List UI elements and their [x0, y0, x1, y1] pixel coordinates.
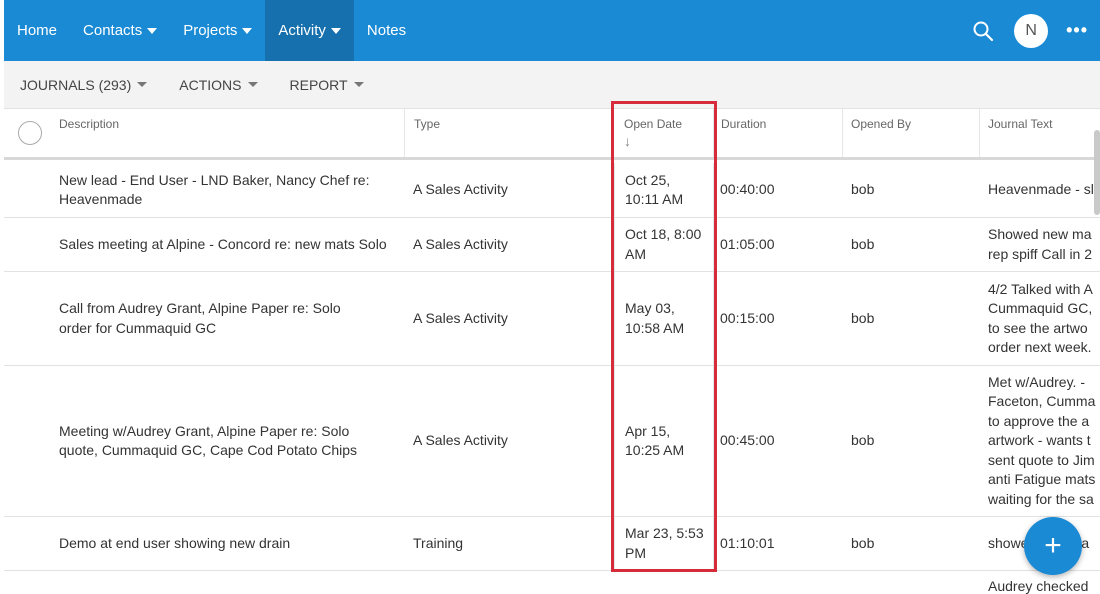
nav-home[interactable]: Home [4, 0, 70, 61]
cell-opened-by: bob [851, 432, 875, 449]
nav-notes[interactable]: Notes [354, 0, 419, 61]
column-header-duration[interactable]: Duration [711, 109, 843, 157]
table-row[interactable]: New lead - End User - LND Baker, Nancy C… [4, 163, 1100, 218]
more-options-icon[interactable]: ••• [1066, 20, 1088, 41]
report-menu[interactable]: REPORT [274, 77, 380, 93]
cell-opened-by: bob [851, 309, 875, 326]
cell-description: Call from Audrey Grant, Alpine Paper re:… [59, 300, 341, 336]
top-nav-bar: Home Contacts Projects Activity Notes N … [4, 0, 1100, 61]
nav-projects-label: Projects [183, 22, 238, 39]
actions-menu-label: ACTIONS [179, 76, 242, 93]
cell-journal-text: Heavenmade - sl [988, 181, 1094, 198]
column-header-type-label: Type [414, 117, 441, 131]
cell-duration: 01:10:01 [720, 534, 775, 551]
table-row[interactable]: Sales meeting at Alpine - Concord re: ne… [4, 218, 1100, 272]
cell-type: A Sales Activity [413, 235, 508, 252]
column-header-type[interactable]: Type [404, 109, 612, 157]
cell-type: A Sales Activity [413, 432, 508, 449]
cell-open-date: Oct 18, 8:00 AM [614, 218, 714, 271]
chevron-down-icon [247, 82, 258, 87]
column-header-open-date[interactable]: Open Date ↓ [614, 109, 714, 157]
nav-right-group: N ••• [972, 0, 1100, 61]
table-row[interactable]: Demo at end user showing new drain Train… [4, 517, 1100, 571]
nav-projects[interactable]: Projects [170, 0, 265, 61]
table-header: Description Type Open Date ↓ Duration Op… [4, 109, 1100, 160]
cell-type: A Sales Activity [413, 309, 508, 326]
cell-opened-by: bob [851, 534, 875, 551]
cell-duration: 00:15:00 [720, 309, 775, 326]
select-all-checkbox[interactable] [18, 121, 42, 145]
plus-icon: + [1044, 529, 1062, 562]
chevron-down-icon [137, 82, 148, 87]
column-header-opened-by[interactable]: Opened By [841, 109, 980, 157]
nav-activity-label: Activity [278, 22, 326, 39]
cell-type: A Sales Activity [413, 181, 508, 198]
column-header-open-date-label: Open Date [624, 117, 683, 131]
table-row[interactable]: Meeting w/Audrey Grant, Alpine Paper re:… [4, 366, 1100, 517]
cell-open-date: Apr 15, 10:25 AM [614, 366, 714, 516]
cell-journal-text: Met w/Audrey. - Faceton, Cumma to approv… [988, 373, 1096, 507]
cell-opened-by: bob [851, 181, 875, 198]
chevron-down-icon [330, 27, 341, 34]
journals-menu[interactable]: JOURNALS (293) [4, 77, 163, 93]
avatar[interactable]: N [1014, 13, 1049, 48]
vertical-scrollbar[interactable] [1094, 130, 1100, 215]
journals-menu-label: JOURNALS (293) [20, 76, 132, 93]
cell-journal-text: Showed new ma rep spiff Call in 2 [988, 226, 1093, 262]
cell-description: Sales meeting at Alpine - Concord re: ne… [59, 235, 387, 252]
cell-description: New lead - End User - LND Baker, Nancy C… [59, 171, 370, 208]
avatar-initial: N [1025, 21, 1037, 39]
chevron-down-icon [147, 27, 158, 34]
actions-menu[interactable]: ACTIONS [163, 77, 273, 93]
cell-journal-text: Audrey checked [988, 578, 1089, 594]
cell-duration: 00:45:00 [720, 432, 775, 449]
column-header-description-label: Description [59, 117, 120, 131]
column-header-duration-label: Duration [721, 117, 767, 131]
cell-description: Meeting w/Audrey Grant, Alpine Paper re:… [59, 422, 358, 459]
nav-home-label: Home [17, 22, 58, 39]
report-menu-label: REPORT [289, 76, 348, 93]
nav-activity[interactable]: Activity [265, 0, 354, 61]
search-icon[interactable] [972, 20, 994, 42]
chevron-down-icon [242, 27, 253, 34]
nav-contacts-label: Contacts [83, 22, 143, 39]
cell-open-date: Oct 25, 10:11 AM [614, 163, 714, 217]
nav-notes-label: Notes [366, 22, 407, 39]
column-header-opened-by-label: Opened By [851, 117, 912, 131]
cell-open-date: Mar 23, 5:53 PM [614, 517, 714, 570]
cell-type: Training [413, 534, 464, 551]
table-row[interactable]: Call from Audrey Grant, Alpine Paper re:… [4, 272, 1100, 366]
add-button[interactable]: + [1024, 517, 1082, 575]
cell-opened-by: bob [851, 235, 875, 252]
chevron-down-icon [353, 82, 364, 87]
column-header-journal-text-label: Journal Text [988, 117, 1053, 131]
nav-contacts[interactable]: Contacts [70, 0, 170, 61]
cell-duration: 00:40:00 [720, 181, 775, 198]
table-row[interactable]: Audrey checked [4, 571, 1100, 594]
cell-description: Demo at end user showing new drain [59, 534, 291, 551]
journal-toolbar: JOURNALS (293) ACTIONS REPORT [4, 61, 1100, 109]
cell-open-date: May 03, 10:58 AM [614, 272, 714, 365]
column-header-journal-text[interactable]: Journal Text [978, 109, 1100, 157]
column-header-description[interactable]: Description [49, 109, 405, 157]
sort-down-icon: ↓ [624, 133, 631, 149]
cell-journal-text: 4/2 Talked with A Cummaquid GC, to see t… [988, 280, 1093, 356]
cell-duration: 01:05:00 [720, 235, 775, 252]
